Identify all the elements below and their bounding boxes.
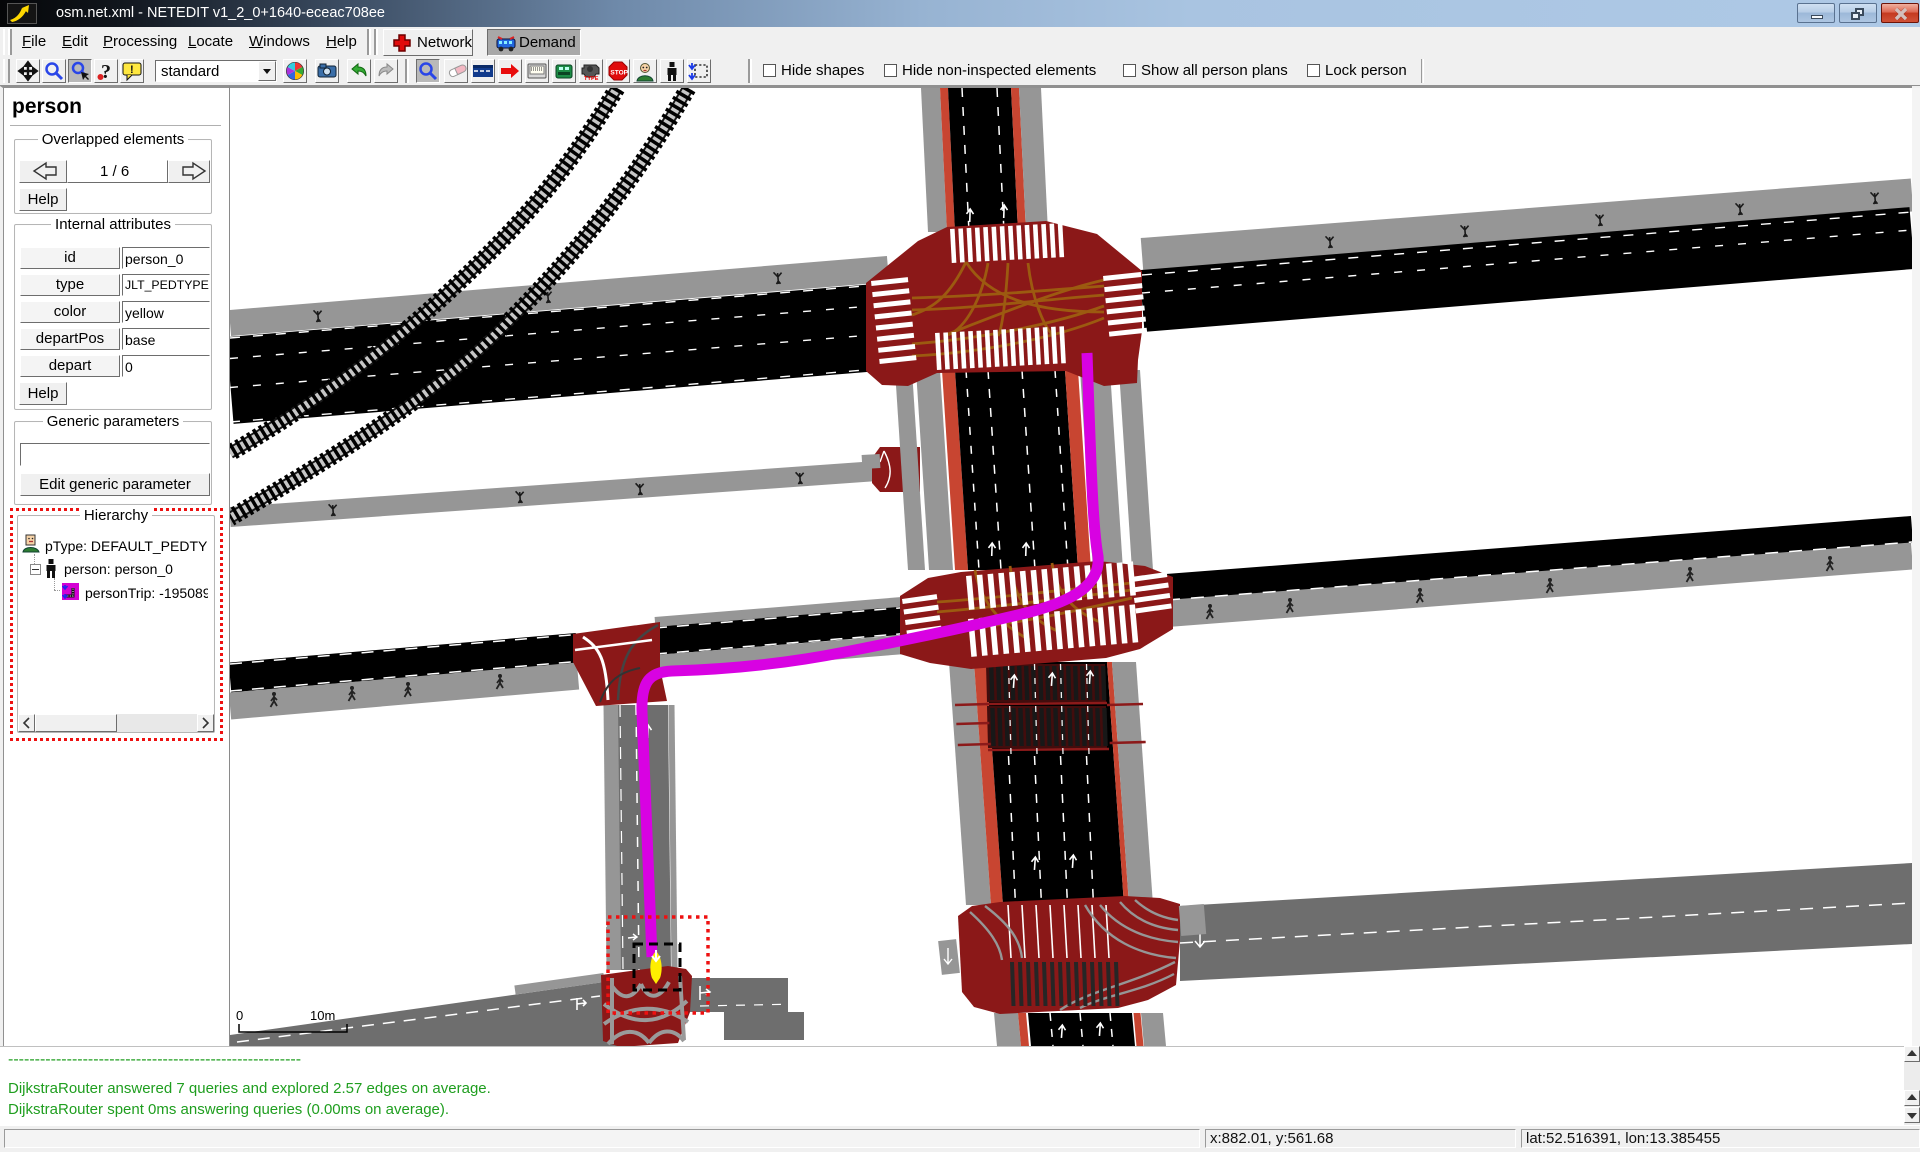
svg-text:!: !: [130, 64, 134, 76]
svg-text:TYPE: TYPE: [584, 76, 599, 82]
svg-text:10m: 10m: [310, 1008, 335, 1023]
svg-text:STOP: STOP: [610, 70, 628, 77]
svg-text:0: 0: [236, 1008, 243, 1023]
